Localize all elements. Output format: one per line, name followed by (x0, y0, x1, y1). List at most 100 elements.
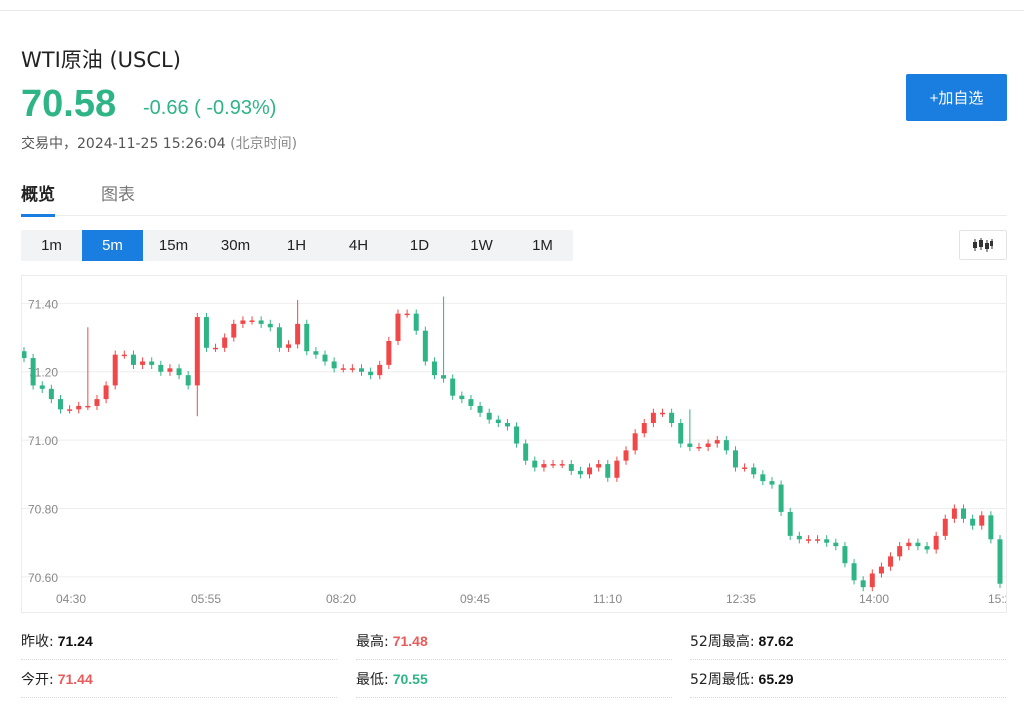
stat-value: 71.44 (57, 670, 93, 687)
stat-high: 最高: 71.48 (356, 622, 672, 660)
x-tick-label: 05:55 (191, 592, 221, 606)
candle-body (906, 542, 912, 547)
candle-body (951, 508, 957, 519)
stat-label: 最低: (356, 671, 389, 688)
candle-body (568, 464, 574, 471)
candle-body (386, 340, 392, 365)
candle-body (988, 515, 994, 540)
candle-body (231, 323, 237, 338)
interval-1h[interactable]: 1H (266, 230, 327, 261)
stat-label: 52周最高: (690, 633, 755, 650)
candle-body (377, 364, 383, 376)
interval-1m[interactable]: 1m (21, 230, 82, 261)
candle-body (459, 395, 465, 400)
candle-body (140, 361, 146, 365)
stat-value: 70.55 (392, 670, 428, 687)
candle-body (961, 508, 967, 519)
candle-body (431, 361, 437, 376)
candle-body (331, 361, 337, 369)
interval-1d[interactable]: 1D (389, 230, 450, 261)
candle-body (450, 378, 456, 396)
candle-body (194, 317, 200, 386)
interval-30m[interactable]: 30m (205, 230, 266, 261)
candle-body (413, 313, 419, 331)
x-tick-label: 09:45 (460, 592, 490, 606)
candlestick-icon (973, 238, 993, 252)
stat-label: 最高: (356, 633, 389, 650)
candle-body (112, 354, 118, 386)
candle-body (441, 375, 447, 379)
candle-body (687, 443, 693, 447)
interval-1mo[interactable]: 1M (512, 230, 573, 261)
stat-low: 最低: 70.55 (356, 660, 672, 698)
candle-body (222, 337, 228, 348)
candle-body (240, 320, 246, 324)
candle-body (340, 368, 346, 370)
x-tick-label: 11:10 (593, 592, 622, 606)
price-chart[interactable]: 71.40 71.20 71.00 70.80 70.60 04:30 05:55 08:20… (21, 275, 1007, 613)
candle-body (878, 566, 884, 574)
candle-body (486, 412, 492, 420)
candle-body (121, 354, 127, 357)
candle-body (550, 464, 556, 466)
candle-body (897, 546, 903, 557)
top-divider (0, 10, 1024, 11)
candle-body (67, 409, 73, 411)
candle-body (605, 464, 611, 478)
candle-body (39, 385, 45, 389)
y-tick-label: 70.80 (28, 503, 58, 517)
candle-body (678, 423, 684, 444)
interval-4h[interactable]: 4H (328, 230, 389, 261)
candlestick-chart[interactable]: 71.4071.2071.0070.8070.6004:30 05:55 08:20… (22, 276, 1007, 613)
candle-body (669, 412, 675, 424)
candle-body (276, 327, 282, 348)
stat-value: 65.29 (758, 670, 794, 687)
candle-body (404, 313, 410, 316)
x-tick-label: 12:35 (726, 592, 756, 606)
interval-15m[interactable]: 15m (143, 230, 204, 261)
candle-body (48, 388, 54, 400)
last-price: 70.58 (21, 83, 117, 125)
candle-body (358, 368, 364, 372)
candle-body (577, 470, 583, 475)
candle-body (751, 467, 757, 475)
candle-body (769, 481, 775, 485)
candle-body (924, 546, 930, 550)
candle-body (833, 542, 839, 547)
candle-body (267, 323, 273, 328)
candle-body (495, 419, 501, 424)
candle-body (103, 385, 109, 400)
candle-body (641, 423, 647, 434)
candle-body (860, 580, 866, 588)
candle-body (249, 320, 255, 322)
view-tabs: 概览 图表 (21, 180, 1007, 217)
y-tick-label: 70.60 (28, 571, 58, 585)
candle-body (723, 440, 729, 451)
tab-chart[interactable]: 图表 (101, 180, 135, 216)
candle-body (997, 539, 1003, 584)
candle-body (714, 440, 720, 444)
candle-body (313, 351, 319, 355)
candle-body (30, 358, 36, 386)
interval-5m[interactable]: 5m (82, 230, 143, 261)
candle-body (286, 344, 292, 348)
candle-body (532, 460, 538, 468)
candle-body (660, 412, 666, 415)
candle-body (322, 354, 328, 362)
interval-selector: 1m 5m 15m 30m 1H 4H 1D 1W 1M (21, 230, 573, 261)
x-tick-label: 15:2 (988, 592, 1007, 606)
candle-body (167, 368, 173, 372)
interval-1w[interactable]: 1W (451, 230, 512, 261)
candle-body (514, 426, 520, 444)
tab-overview[interactable]: 概览 (21, 180, 55, 217)
candle-body (158, 364, 164, 372)
stat-label: 昨收: (21, 633, 54, 650)
stat-value: 71.24 (57, 632, 93, 649)
candle-body (824, 539, 830, 543)
chart-type-button[interactable] (959, 230, 1007, 260)
add-to-watchlist-button[interactable]: +加自选 (906, 74, 1007, 121)
candle-body (815, 539, 821, 541)
candle-body (422, 330, 428, 362)
stat-open: 今开: 71.44 (21, 660, 337, 698)
candle-body (477, 405, 483, 413)
